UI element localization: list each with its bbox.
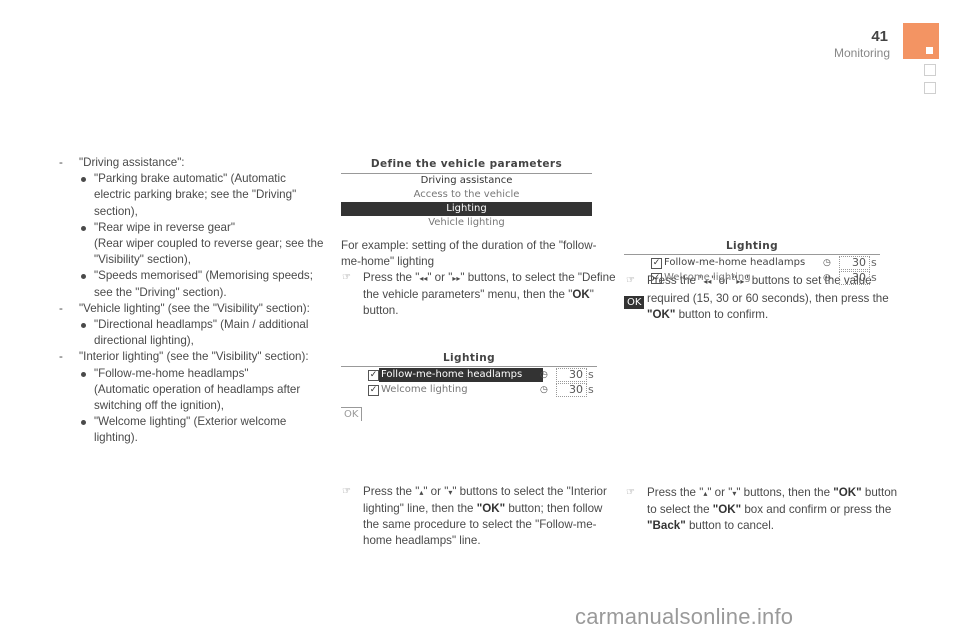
duration-value[interactable]: 30 — [556, 383, 587, 397]
page-number: 41 — [871, 28, 888, 45]
duration-value[interactable]: 30 — [839, 271, 870, 285]
instruction-step: ☞ Press the "▴" or "▾" buttons, then the… — [626, 486, 898, 533]
duration-value[interactable]: 30 — [839, 256, 870, 270]
bullet-item: "Speeds memorised" (Memorising speeds; s… — [55, 268, 325, 300]
menu-item-vehicle-lighting[interactable]: Vehicle lighting — [341, 216, 592, 230]
screen-title: Lighting — [725, 240, 779, 252]
bullet-item: "Follow-me-home headlamps" (Automatic ope… — [55, 366, 325, 415]
ok-button[interactable]: OK — [341, 407, 363, 421]
menu-item-lighting[interactable]: Lighting — [341, 202, 592, 216]
bullet-icon — [81, 371, 86, 377]
bullet-item: "Directional headlamps" (Main / addition… — [55, 317, 325, 349]
screen-lighting-select: Lighting ✓ Follow-me-home headlamps ◷ 30… — [341, 352, 597, 427]
chapter-tab-empty-2 — [924, 82, 936, 94]
bullet-icon — [81, 274, 86, 280]
screen-title: Lighting — [442, 352, 496, 364]
chapter-tab-empty-1 — [924, 64, 936, 76]
clock-icon: ◷ — [823, 273, 831, 283]
bullet-item: "Parking brake automatic" (Automatic ele… — [55, 171, 325, 220]
intro-text: For example: setting of the duration of … — [341, 239, 597, 269]
list-item: - "Driving assistance": — [59, 156, 185, 169]
instruction-step: ☞ Press the "▴" or "▾" buttons to select… — [342, 484, 607, 548]
setting-row-follow-me-home[interactable]: ✓ Follow-me-home headlamps ◷ 30 s — [624, 256, 880, 270]
ok-button-selected[interactable]: OK — [624, 296, 645, 309]
setting-row-welcome-lighting[interactable]: ✓ Welcome lighting ◷ 30 s — [624, 271, 880, 285]
bullet-icon — [81, 225, 86, 231]
menu-list: - "Driving assistance": "Parking brake au… — [55, 155, 325, 447]
duration-value[interactable]: 30 — [556, 368, 587, 382]
instruction-step: ☞ Press the "◂◂" or "▸▸" buttons, to sel… — [342, 271, 616, 318]
checkbox-checked-icon[interactable]: ✓ — [368, 385, 379, 396]
clock-icon: ◷ — [540, 370, 548, 380]
setting-row-follow-me-home[interactable]: ✓ Follow-me-home headlamps ◷ 30 s — [341, 368, 597, 382]
menu-item-access-to-vehicle[interactable]: Access to the vehicle — [341, 188, 592, 202]
checkbox-checked-icon[interactable]: ✓ — [651, 258, 662, 269]
menu-item-driving-assistance[interactable]: Driving assistance — [341, 174, 592, 188]
bullet-item: "Rear wipe in reverse gear" (Rear wiper c… — [55, 220, 325, 269]
divider — [624, 254, 880, 255]
bullet-icon — [81, 420, 86, 426]
tab-marker-icon — [926, 47, 933, 54]
pointing-hand-icon: ☞ — [342, 485, 351, 497]
checkbox-checked-icon[interactable]: ✓ — [368, 370, 379, 381]
clock-icon: ◷ — [540, 385, 548, 395]
chapter-tab — [903, 23, 939, 59]
watermark: carmanualsonline.info — [575, 604, 794, 629]
list-item: - "Interior lighting" (see the "Visibilit… — [59, 350, 309, 364]
divider — [341, 366, 597, 367]
checkbox-checked-icon[interactable]: ✓ — [651, 273, 662, 284]
pointing-hand-icon: ☞ — [342, 272, 351, 283]
screen-title: Define the vehicle parameters — [370, 158, 563, 170]
setting-row-welcome-lighting[interactable]: ✓ Welcome lighting ◷ 30 s — [341, 383, 597, 397]
clock-icon: ◷ — [823, 258, 831, 268]
screen-lighting-confirm: Lighting ✓ Follow-me-home headlamps ◷ 30… — [624, 240, 880, 290]
list-item: - "Vehicle lighting" (see the "Visibility… — [59, 301, 310, 315]
section-title: Monitoring — [833, 46, 890, 60]
bullet-item: "Welcome lighting" (Exterior welcome lig… — [55, 414, 325, 446]
bullet-icon — [81, 177, 86, 183]
pointing-hand-icon: ☞ — [626, 487, 635, 499]
bullet-icon — [81, 323, 86, 329]
screen-define-vehicle-parameters: Define the vehicle parameters Driving as… — [341, 158, 592, 230]
